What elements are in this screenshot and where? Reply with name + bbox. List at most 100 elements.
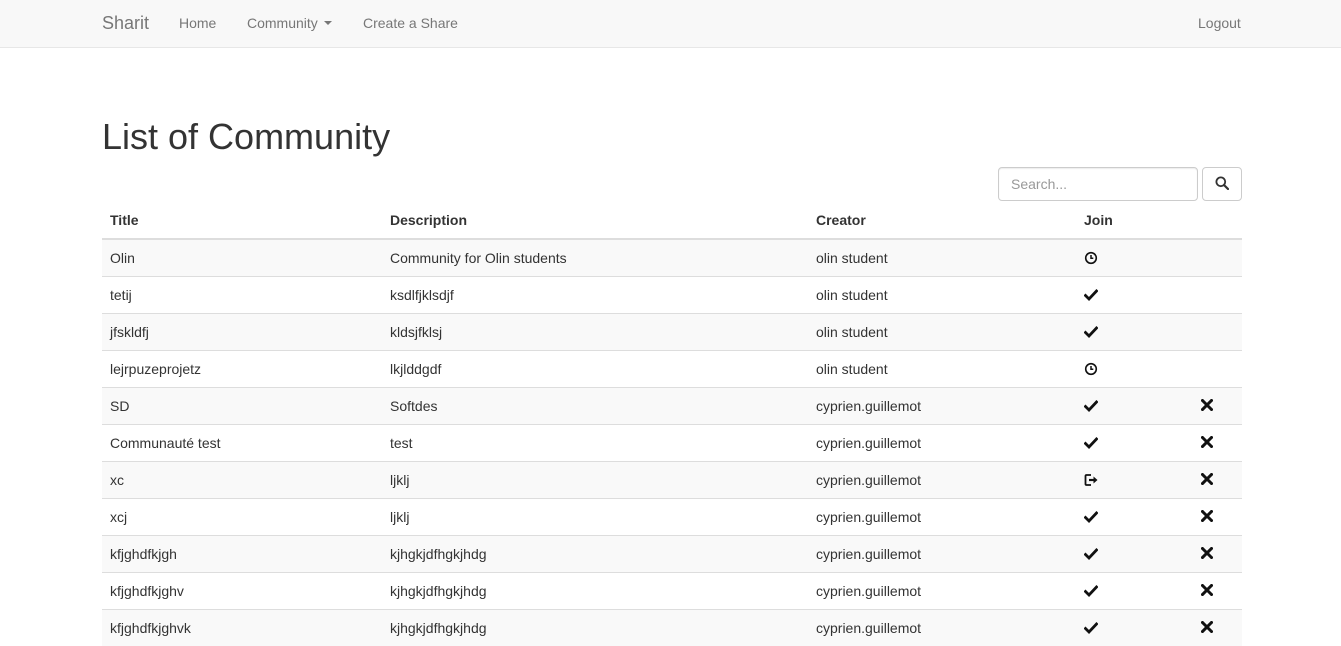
community-title: jfskldfj bbox=[102, 314, 382, 351]
column-header-title: Title bbox=[102, 202, 382, 239]
join-cell bbox=[1076, 277, 1174, 314]
join-cell bbox=[1076, 425, 1174, 462]
check-icon[interactable] bbox=[1084, 399, 1100, 415]
table-row: kfjghdfkjghkjhgkjdfhgkjhdgcyprien.guille… bbox=[102, 536, 1242, 573]
delete-cell bbox=[1174, 573, 1242, 610]
check-icon[interactable] bbox=[1084, 288, 1100, 304]
community-description: ljklj bbox=[382, 499, 808, 536]
community-creator: cyprien.guillemot bbox=[808, 388, 1076, 425]
community-creator: cyprien.guillemot bbox=[808, 536, 1076, 573]
join-cell bbox=[1076, 388, 1174, 425]
column-header-creator: Creator bbox=[808, 202, 1076, 239]
community-table: Title Description Creator Join OlinCommu… bbox=[102, 202, 1242, 646]
logout-link[interactable]: Logout bbox=[1198, 15, 1241, 31]
column-header-description: Description bbox=[382, 202, 808, 239]
community-creator: cyprien.guillemot bbox=[808, 499, 1076, 536]
community-creator: cyprien.guillemot bbox=[808, 462, 1076, 499]
community-creator: cyprien.guillemot bbox=[808, 610, 1076, 646]
table-body: OlinCommunity for Olin studentsolin stud… bbox=[102, 239, 1242, 646]
table-row: lejrpuzeprojetzlkjlddgdfolin student bbox=[102, 351, 1242, 388]
community-description: test bbox=[382, 425, 808, 462]
delete-cell bbox=[1174, 351, 1242, 388]
community-description: kldsjfklsj bbox=[382, 314, 808, 351]
community-creator: cyprien.guillemot bbox=[808, 425, 1076, 462]
community-title: kfjghdfkjgh bbox=[102, 536, 382, 573]
remove-icon[interactable] bbox=[1182, 473, 1217, 489]
caret-down-icon bbox=[324, 21, 332, 25]
delete-cell bbox=[1174, 536, 1242, 573]
column-header-actions bbox=[1174, 202, 1242, 239]
navbar: Sharit Home Community Create a Share Log… bbox=[0, 0, 1341, 48]
table-row: jfskldfjkldsjfklsjolin student bbox=[102, 314, 1242, 351]
clock-icon[interactable] bbox=[1084, 251, 1100, 267]
remove-icon[interactable] bbox=[1182, 510, 1217, 526]
nav-home-link[interactable]: Home bbox=[179, 15, 216, 31]
remove-icon[interactable] bbox=[1182, 399, 1217, 415]
table-row: xcljkljcyprien.guillemot bbox=[102, 462, 1242, 499]
table-row: SDSoftdescyprien.guillemot bbox=[102, 388, 1242, 425]
join-cell bbox=[1076, 573, 1174, 610]
check-icon[interactable] bbox=[1084, 547, 1100, 563]
table-header-row: Title Description Creator Join bbox=[102, 202, 1242, 239]
join-cell bbox=[1076, 499, 1174, 536]
community-description: ksdlfjklsdjf bbox=[382, 277, 808, 314]
column-header-join: Join bbox=[1076, 202, 1174, 239]
delete-cell bbox=[1174, 499, 1242, 536]
delete-cell bbox=[1174, 462, 1242, 499]
remove-icon[interactable] bbox=[1182, 584, 1217, 600]
nav-create-share-link[interactable]: Create a Share bbox=[363, 15, 458, 31]
community-title: kfjghdfkjghvk bbox=[102, 610, 382, 646]
table-row: tetijksdlfjklsdjfolin student bbox=[102, 277, 1242, 314]
community-creator: olin student bbox=[808, 277, 1076, 314]
community-description: Community for Olin students bbox=[382, 239, 808, 277]
remove-icon[interactable] bbox=[1182, 436, 1217, 452]
community-title: lejrpuzeprojetz bbox=[102, 351, 382, 388]
join-cell bbox=[1076, 462, 1174, 499]
community-description: kjhgkjdfhgkjhdg bbox=[382, 610, 808, 646]
table-row: kfjghdfkjghvkjhgkjdfhgkjhdgcyprien.guill… bbox=[102, 573, 1242, 610]
check-icon[interactable] bbox=[1084, 510, 1100, 526]
nav-community-label: Community bbox=[247, 15, 318, 31]
delete-cell bbox=[1174, 610, 1242, 646]
community-title: xcj bbox=[102, 499, 382, 536]
page-title: List of Community bbox=[102, 116, 390, 158]
community-title: tetij bbox=[102, 277, 382, 314]
community-description: lkjlddgdf bbox=[382, 351, 808, 388]
join-cell bbox=[1076, 536, 1174, 573]
community-title: kfjghdfkjghv bbox=[102, 573, 382, 610]
community-title: SD bbox=[102, 388, 382, 425]
community-description: kjhgkjdfhgkjhdg bbox=[382, 573, 808, 610]
search-button[interactable] bbox=[1202, 167, 1242, 201]
search-input[interactable] bbox=[998, 167, 1198, 201]
community-creator: olin student bbox=[808, 239, 1076, 277]
join-cell bbox=[1076, 314, 1174, 351]
brand-link[interactable]: Sharit bbox=[102, 13, 149, 33]
community-description: Softdes bbox=[382, 388, 808, 425]
community-description: ljklj bbox=[382, 462, 808, 499]
community-title: Olin bbox=[102, 239, 382, 277]
community-description: kjhgkjdfhgkjhdg bbox=[382, 536, 808, 573]
community-creator: cyprien.guillemot bbox=[808, 573, 1076, 610]
check-icon[interactable] bbox=[1084, 584, 1100, 600]
delete-cell bbox=[1174, 388, 1242, 425]
table-row: Communauté testtestcyprien.guillemot bbox=[102, 425, 1242, 462]
table-row: OlinCommunity for Olin studentsolin stud… bbox=[102, 239, 1242, 277]
community-title: Communauté test bbox=[102, 425, 382, 462]
join-cell bbox=[1076, 351, 1174, 388]
table-row: kfjghdfkjghvkkjhgkjdfhgkjhdgcyprien.guil… bbox=[102, 610, 1242, 646]
clock-icon[interactable] bbox=[1084, 362, 1100, 378]
community-creator: olin student bbox=[808, 314, 1076, 351]
delete-cell bbox=[1174, 277, 1242, 314]
delete-cell bbox=[1174, 314, 1242, 351]
community-title: xc bbox=[102, 462, 382, 499]
check-icon[interactable] bbox=[1084, 325, 1100, 341]
log-in-icon[interactable] bbox=[1084, 473, 1100, 489]
join-cell bbox=[1076, 610, 1174, 646]
join-cell bbox=[1076, 239, 1174, 277]
delete-cell bbox=[1174, 239, 1242, 277]
check-icon[interactable] bbox=[1084, 436, 1100, 452]
search-icon bbox=[1215, 176, 1229, 193]
table-row: xcjljkljcyprien.guillemot bbox=[102, 499, 1242, 536]
remove-icon[interactable] bbox=[1182, 547, 1217, 563]
nav-community-dropdown[interactable]: Community bbox=[247, 15, 332, 31]
